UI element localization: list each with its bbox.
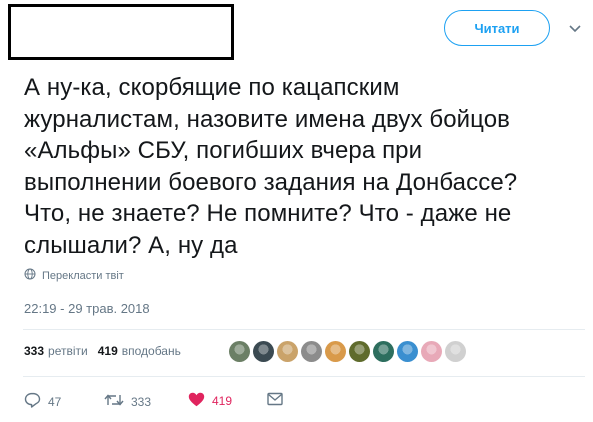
likes-count[interactable]: 419 xyxy=(98,344,118,358)
reply-icon xyxy=(24,392,41,411)
globe-icon xyxy=(24,268,36,283)
tweet-text: А ну-ка, скорбящие по кацапским журналис… xyxy=(24,74,518,259)
liker-avatar[interactable] xyxy=(445,341,466,362)
envelope-icon xyxy=(267,392,283,409)
follow-button[interactable]: Читати xyxy=(444,10,550,46)
direct-message-button[interactable] xyxy=(267,392,283,409)
follow-button-label: Читати xyxy=(474,20,520,36)
like-button[interactable]: 419 xyxy=(188,392,232,410)
liker-avatar[interactable] xyxy=(253,341,274,362)
liker-avatars xyxy=(229,341,466,362)
retweet-button[interactable]: 333 xyxy=(104,392,151,411)
tweet-stats: 333 ретвіти 419 вподобань xyxy=(24,344,181,358)
like-count: 419 xyxy=(212,394,233,408)
translate-tweet-link[interactable]: Перекласти твіт xyxy=(24,268,124,283)
reply-count: 47 xyxy=(48,394,62,409)
liker-avatar[interactable] xyxy=(373,341,394,362)
retweets-label[interactable]: ретвіти xyxy=(48,344,88,358)
liker-avatar[interactable] xyxy=(229,341,250,362)
liker-avatar[interactable] xyxy=(421,341,442,362)
redacted-author-box xyxy=(8,4,234,60)
retweets-count[interactable]: 333 xyxy=(24,344,44,358)
liker-avatar[interactable] xyxy=(397,341,418,362)
heart-icon xyxy=(188,392,205,410)
divider xyxy=(23,329,585,330)
liker-avatar[interactable] xyxy=(301,341,322,362)
retweet-count: 333 xyxy=(131,394,152,409)
liker-avatar[interactable] xyxy=(349,341,370,362)
likes-label[interactable]: вподобань xyxy=(122,344,181,358)
chevron-down-icon[interactable] xyxy=(566,20,584,38)
tweet-actions: 47 333 419 xyxy=(24,392,324,412)
translate-label: Перекласти твіт xyxy=(42,269,124,282)
divider xyxy=(23,376,585,377)
liker-avatar[interactable] xyxy=(325,341,346,362)
retweet-icon xyxy=(104,392,124,411)
liker-avatar[interactable] xyxy=(277,341,298,362)
tweet-timestamp[interactable]: 22:19 - 29 трав. 2018 xyxy=(24,301,150,316)
reply-button[interactable]: 47 xyxy=(24,392,61,411)
